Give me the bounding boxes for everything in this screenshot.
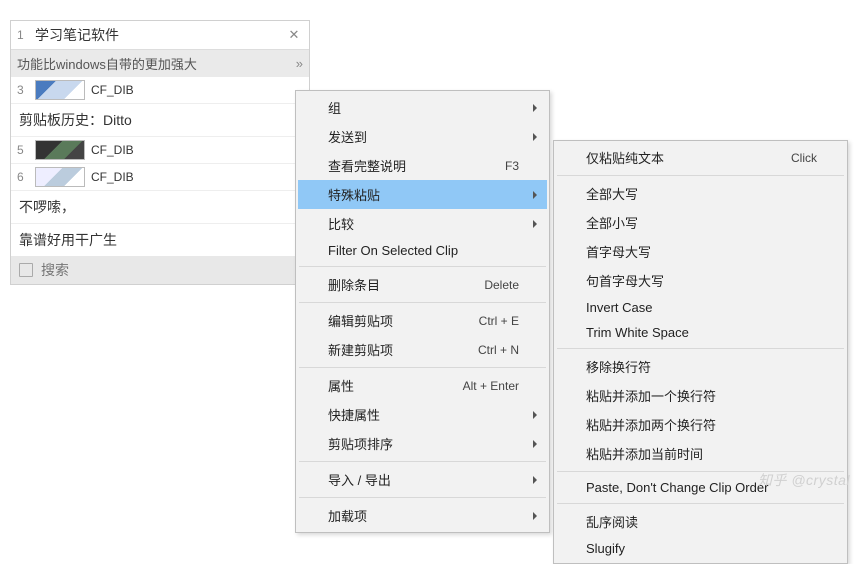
search-icon	[19, 263, 33, 277]
clip-item[interactable]: 6 CF_DIB	[11, 164, 309, 191]
menu-item-label: Filter On Selected Clip	[328, 243, 458, 258]
menu-item-label: 首字母大写	[586, 242, 651, 261]
menu-item-label: 乱序阅读	[586, 512, 638, 531]
menu-item-shortcut: F3	[505, 159, 519, 173]
separator	[299, 266, 546, 267]
chevron-more-icon[interactable]: »	[296, 56, 303, 71]
menu-item[interactable]: 快捷属性	[298, 400, 547, 429]
menu-item-label: 仅粘贴纯文本	[586, 148, 664, 167]
menu-item[interactable]: 新建剪贴项 Ctrl + N	[298, 335, 547, 364]
menu-item[interactable]: 编辑剪贴项 Ctrl + E	[298, 306, 547, 335]
menu-item-shortcut: Alt + Enter	[463, 379, 519, 393]
menu-item-label: 移除换行符	[586, 357, 651, 376]
clip-footnote: 靠谱好用干广生	[11, 224, 309, 256]
menu-item-label: 粘贴并添加当前时间	[586, 444, 703, 463]
menu-item-label: 属性	[328, 376, 354, 395]
clip-header-title: 学习笔记软件	[35, 25, 285, 45]
menu-item[interactable]: 导入 / 导出	[298, 465, 547, 494]
clip-item-label: CF_DIB	[91, 83, 134, 97]
menu-item-shortcut: Ctrl + E	[479, 314, 519, 328]
menu-item-shortcut: Click	[791, 151, 817, 165]
separator	[299, 302, 546, 303]
menu-item-label: 组	[328, 98, 341, 117]
menu-item[interactable]: 属性 Alt + Enter	[298, 371, 547, 400]
menu-item-label: 特殊粘贴	[328, 185, 380, 204]
separator	[557, 348, 844, 349]
separator	[299, 367, 546, 368]
menu-item[interactable]: 句首字母大写	[556, 266, 845, 295]
menu-item-label: 句首字母大写	[586, 271, 664, 290]
clip-subtitle: 功能比windows自带的更加强大	[17, 54, 197, 73]
menu-item-shortcut: Ctrl + N	[478, 343, 519, 357]
search-bar	[11, 256, 309, 284]
thumbnail-icon	[35, 167, 85, 187]
thumbnail-icon	[35, 140, 85, 160]
clip-header: 1 学习笔记软件 ✕	[11, 21, 309, 50]
thumbnail-icon	[35, 80, 85, 100]
menu-item-shortcut: Delete	[484, 278, 519, 292]
separator	[299, 497, 546, 498]
clipboard-panel: 1 学习笔记软件 ✕ 功能比windows自带的更加强大 » 3 CF_DIB剪…	[10, 20, 310, 285]
menu-item-label: 查看完整说明	[328, 156, 406, 175]
menu-item[interactable]: 仅粘贴纯文本 Click	[556, 143, 845, 172]
watermark: 知乎 @crystal	[758, 470, 850, 490]
menu-item[interactable]: 特殊粘贴	[298, 180, 547, 209]
menu-item-label: 加载项	[328, 506, 367, 525]
menu-item[interactable]: 删除条目 Delete	[298, 270, 547, 299]
clip-history-label: 剪贴板历史：Ditto	[11, 104, 309, 137]
menu-item-label: 粘贴并添加两个换行符	[586, 415, 716, 434]
menu-item[interactable]: 剪贴项排序	[298, 429, 547, 458]
clip-footnote: 不啰嗦，	[11, 191, 309, 224]
clip-item-index: 3	[17, 83, 35, 97]
menu-item-label: 发送到	[328, 127, 367, 146]
clip-item-label: CF_DIB	[91, 170, 134, 184]
clip-list: 3 CF_DIB剪贴板历史：Ditto5 CF_DIB6 CF_DIB不啰嗦，靠…	[11, 77, 309, 256]
menu-item[interactable]: 查看完整说明 F3	[298, 151, 547, 180]
separator	[557, 503, 844, 504]
menu-item[interactable]: 全部小写	[556, 208, 845, 237]
menu-item-label: Paste, Don't Change Clip Order	[586, 480, 768, 495]
clip-subtitle-row: 功能比windows自带的更加强大 »	[11, 50, 309, 77]
menu-item[interactable]: Invert Case	[556, 295, 845, 320]
menu-item-label: Invert Case	[586, 300, 652, 315]
menu-item[interactable]: 乱序阅读	[556, 507, 845, 536]
menu-item[interactable]: Slugify	[556, 536, 845, 561]
menu-item-label: 全部大写	[586, 184, 638, 203]
context-menu[interactable]: 组发送到查看完整说明 F3 特殊粘贴比较 Filter On Selected Cli…	[295, 90, 550, 533]
clip-item[interactable]: 3 CF_DIB	[11, 77, 309, 104]
menu-item[interactable]: 首字母大写	[556, 237, 845, 266]
clip-item-index: 5	[17, 143, 35, 157]
menu-item[interactable]: 粘贴并添加一个换行符	[556, 381, 845, 410]
submenu-special-paste[interactable]: 仅粘贴纯文本 Click 全部大写全部小写首字母大写句首字母大写 Invert Cas…	[553, 140, 848, 564]
menu-item-label: 粘贴并添加一个换行符	[586, 386, 716, 405]
clip-header-index: 1	[17, 28, 35, 42]
menu-item[interactable]: 发送到	[298, 122, 547, 151]
menu-item-label: 全部小写	[586, 213, 638, 232]
menu-item-label: 快捷属性	[328, 405, 380, 424]
menu-item[interactable]: Filter On Selected Clip	[298, 238, 547, 263]
menu-item-label: 导入 / 导出	[328, 470, 391, 489]
menu-item[interactable]: 全部大写	[556, 179, 845, 208]
separator	[299, 461, 546, 462]
close-icon[interactable]: ✕	[285, 27, 303, 43]
menu-item-label: 编辑剪贴项	[328, 311, 393, 330]
menu-item[interactable]: Trim White Space	[556, 320, 845, 345]
menu-item[interactable]: 组	[298, 93, 547, 122]
clip-item-index: 6	[17, 170, 35, 184]
menu-item[interactable]: 粘贴并添加当前时间	[556, 439, 845, 468]
menu-item-label: 新建剪贴项	[328, 340, 393, 359]
menu-item-label: 剪贴项排序	[328, 434, 393, 453]
menu-item-label: 删除条目	[328, 275, 380, 294]
menu-item[interactable]: 比较	[298, 209, 547, 238]
search-input[interactable]	[41, 262, 301, 278]
clip-item[interactable]: 5 CF_DIB	[11, 137, 309, 164]
separator	[557, 175, 844, 176]
clip-item-label: CF_DIB	[91, 143, 134, 157]
menu-item[interactable]: 加载项	[298, 501, 547, 530]
menu-item[interactable]: 移除换行符	[556, 352, 845, 381]
menu-item-label: 比较	[328, 214, 354, 233]
menu-item[interactable]: 粘贴并添加两个换行符	[556, 410, 845, 439]
menu-item-label: Trim White Space	[586, 325, 689, 340]
menu-item-label: Slugify	[586, 541, 625, 556]
